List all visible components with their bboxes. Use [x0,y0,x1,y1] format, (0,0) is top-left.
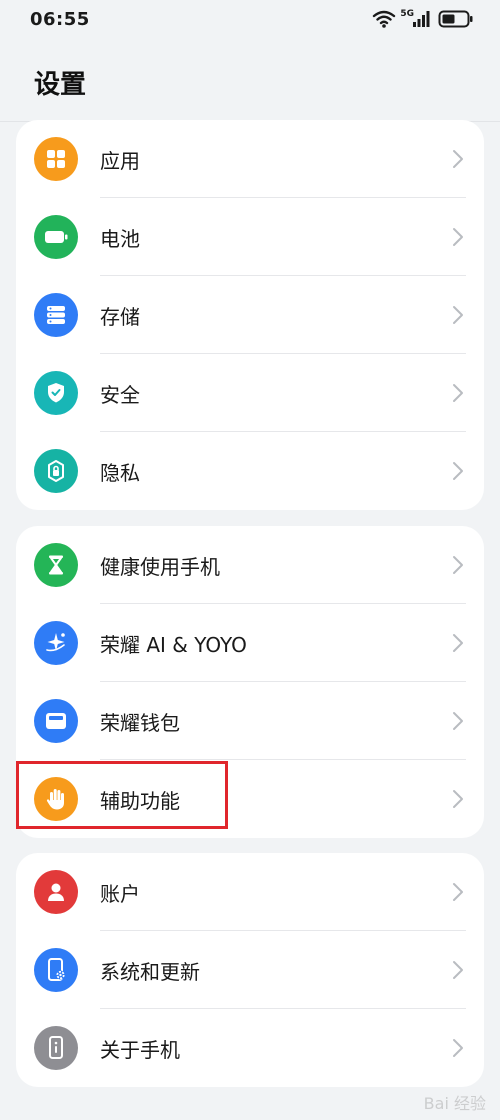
settings-item-label: 存储 [100,305,140,329]
wifi-icon [373,10,396,28]
chevron-right-icon [453,462,463,480]
system-update-icon [34,948,78,992]
settings-group-3: 账户 系统和更新 关于手机 [16,853,484,1087]
chevron-right-icon [453,384,463,402]
settings-item-system-update[interactable]: 系统和更新 [16,931,484,1009]
settings-item-accessibility[interactable]: 辅助功能 [16,760,484,838]
battery-icon [34,215,78,259]
settings-item-label: 荣耀 AI & YOYO [100,633,247,657]
settings-item-label: 荣耀钱包 [100,711,180,735]
watermark: Bai 经验 [423,1094,486,1113]
chevron-right-icon [453,306,463,324]
settings-item-label: 系统和更新 [100,960,200,984]
status-icons: 5G [372,8,474,30]
ai-sparkle-icon [34,621,78,665]
chevron-right-icon [453,634,463,652]
apps-icon [34,137,78,181]
settings-item-storage[interactable]: 存储 [16,276,484,354]
settings-item-apps[interactable]: 应用 [16,120,484,198]
signal-icon [413,11,430,27]
hourglass-icon [34,543,78,587]
settings-item-label: 安全 [100,383,140,407]
chevron-right-icon [453,790,463,808]
privacy-lock-icon [34,449,78,493]
settings-group-2: 健康使用手机 荣耀 AI & YOYO 荣耀钱包 辅助功能 [16,526,484,838]
storage-icon [34,293,78,337]
settings-item-battery[interactable]: 电池 [16,198,484,276]
chevron-right-icon [453,556,463,574]
settings-group-1: 应用 电池 存储 安全 隐私 [16,120,484,510]
settings-item-honor-wallet[interactable]: 荣耀钱包 [16,682,484,760]
settings-item-privacy[interactable]: 隐私 [16,432,484,510]
settings-item-label: 账户 [100,882,140,906]
chevron-right-icon [453,883,463,901]
settings-item-label: 辅助功能 [100,789,180,813]
chevron-right-icon [453,150,463,168]
chevron-right-icon [453,961,463,979]
status-bar: 06:55 5G [0,0,500,40]
wallet-icon [34,699,78,743]
page-title: 设置 [34,70,87,100]
settings-item-label: 关于手机 [100,1038,180,1062]
settings-item-security[interactable]: 安全 [16,354,484,432]
settings-item-label: 健康使用手机 [100,555,220,579]
settings-item-label: 应用 [100,149,140,173]
settings-item-about-phone[interactable]: 关于手机 [16,1009,484,1087]
settings-item-label: 隐私 [100,461,140,485]
settings-item-label: 电池 [100,227,140,251]
chevron-right-icon [453,712,463,730]
settings-item-digital-balance[interactable]: 健康使用手机 [16,526,484,604]
phone-info-icon [34,1026,78,1070]
battery-status-icon [438,10,473,28]
settings-item-account[interactable]: 账户 [16,853,484,931]
hand-icon [34,777,78,821]
shield-check-icon [34,371,78,415]
chevron-right-icon [453,1039,463,1057]
chevron-right-icon [453,228,463,246]
status-time: 06:55 [30,9,90,30]
account-icon [34,870,78,914]
settings-item-honor-ai-yoyo[interactable]: 荣耀 AI & YOYO [16,604,484,682]
